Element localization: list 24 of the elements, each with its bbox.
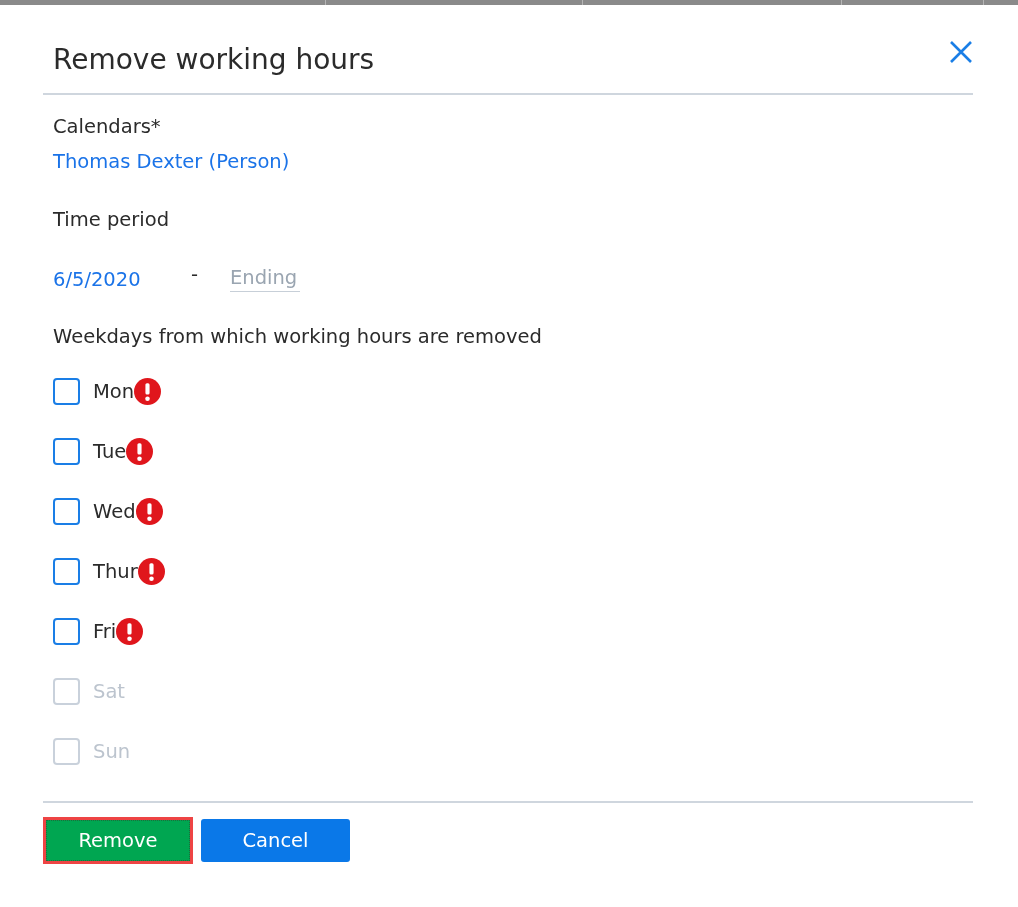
day-label: Tue — [93, 439, 127, 463]
day-checkbox[interactable] — [53, 437, 80, 465]
day-label: Fri — [93, 619, 117, 643]
day-label: Wed — [93, 499, 136, 523]
dialog-title: Remove working hours — [53, 43, 375, 77]
close-icon — [949, 40, 973, 64]
day-label: Mon — [93, 379, 135, 403]
day-checkbox[interactable] — [53, 497, 80, 525]
remove-button[interactable]: Remove — [43, 817, 193, 864]
day-label: Thur — [93, 559, 138, 583]
day-label: Sat — [93, 679, 125, 703]
day-checkbox[interactable] — [53, 557, 80, 585]
weekdays-label: Weekdays from which working hours are removed — [53, 324, 542, 350]
start-date[interactable]: 6/5/2020 — [53, 267, 191, 291]
end-date-field[interactable]: Ending — [230, 266, 300, 292]
cancel-button[interactable]: Cancel — [201, 819, 350, 862]
close-button[interactable] — [949, 40, 973, 64]
time-period-label: Time period — [53, 207, 170, 233]
date-separator: - — [191, 262, 200, 286]
day-checkbox[interactable] — [53, 377, 80, 405]
day-label: Sun — [93, 739, 131, 763]
day-checkbox[interactable] — [53, 617, 80, 645]
calendar-person-link[interactable]: Thomas Dexter (Person) — [53, 148, 290, 176]
calendars-label: Calendars* — [53, 114, 161, 140]
